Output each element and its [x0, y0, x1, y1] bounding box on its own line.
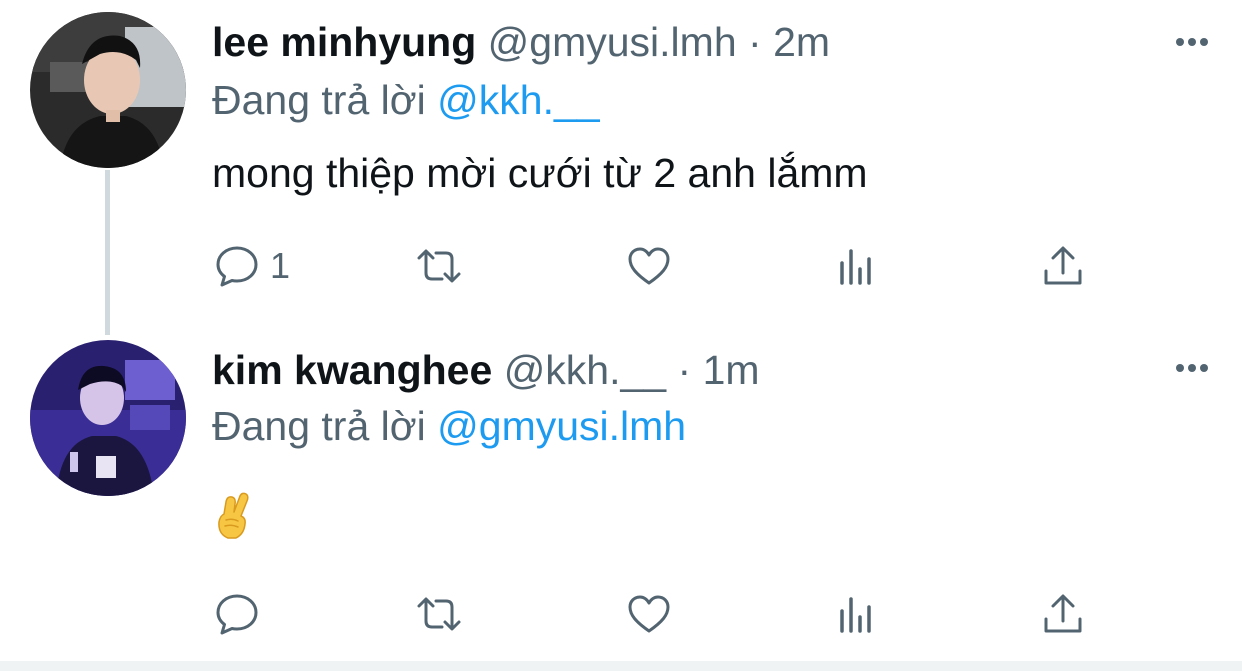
mention-link[interactable]: @kkh.__	[437, 77, 599, 123]
share-icon	[1044, 594, 1082, 633]
timestamp[interactable]: 2m	[773, 19, 830, 65]
author-handle[interactable]: @kkh.__	[504, 347, 666, 393]
like-button[interactable]	[626, 236, 672, 296]
tweet-header: kim kwanghee @kkh.__ · 1m	[212, 340, 760, 400]
bottom-divider	[0, 661, 1242, 671]
more-dots-icon[interactable]	[1172, 348, 1212, 388]
retweet-button[interactable]	[416, 236, 462, 296]
author-handle[interactable]: @gmyusi.lmh	[488, 19, 737, 65]
avatar[interactable]	[30, 12, 186, 168]
views-chart-icon	[840, 249, 871, 285]
reply-button[interactable]	[214, 584, 270, 644]
retweet-icon	[417, 249, 461, 283]
avatar[interactable]	[30, 340, 186, 496]
timestamp[interactable]: 1m	[703, 347, 760, 393]
comment-icon	[216, 594, 258, 635]
reply-count: 1	[270, 245, 291, 286]
like-button[interactable]	[626, 584, 672, 644]
retweet-icon	[417, 597, 461, 631]
separator-dot: ·	[748, 19, 762, 65]
thread-line	[105, 170, 110, 335]
replying-to-label: Đang trả lời	[212, 403, 426, 449]
heart-icon	[628, 247, 670, 285]
tweet[interactable]: kim kwanghee @kkh.__ · 1m Đang trả lời @…	[0, 330, 1242, 660]
views-button[interactable]	[834, 584, 880, 644]
author-name[interactable]: lee minhyung	[212, 19, 476, 65]
mention-link[interactable]: @gmyusi.lmh	[437, 403, 686, 449]
crossed-fingers-emoji	[214, 490, 254, 540]
views-chart-icon	[840, 597, 871, 633]
author-name[interactable]: kim kwanghee	[212, 347, 492, 393]
reply-button[interactable]: 1	[214, 236, 290, 296]
action-bar: 1	[212, 236, 1112, 296]
replying-to: Đang trả lời @gmyusi.lmh	[212, 396, 686, 456]
comment-icon	[216, 246, 258, 287]
share-icon	[1044, 246, 1082, 285]
heart-icon	[628, 595, 670, 633]
tweet-header: lee minhyung @gmyusi.lmh · 2m	[212, 12, 830, 72]
share-button[interactable]	[1040, 584, 1086, 644]
separator-dot: ·	[677, 347, 692, 393]
tweet-text: mong thiệp mời cưới từ 2 anh lắmm	[212, 150, 868, 196]
replying-to: Đang trả lời @kkh.__	[212, 70, 600, 130]
replying-to-label: Đang trả lời	[212, 77, 426, 123]
share-button[interactable]	[1040, 236, 1086, 296]
views-button[interactable]	[834, 236, 880, 296]
tweet[interactable]: lee minhyung @gmyusi.lmh · 2m Đang trả l…	[0, 0, 1242, 335]
retweet-button[interactable]	[416, 584, 462, 644]
more-dots-icon[interactable]	[1172, 22, 1212, 62]
action-bar	[212, 584, 1112, 644]
